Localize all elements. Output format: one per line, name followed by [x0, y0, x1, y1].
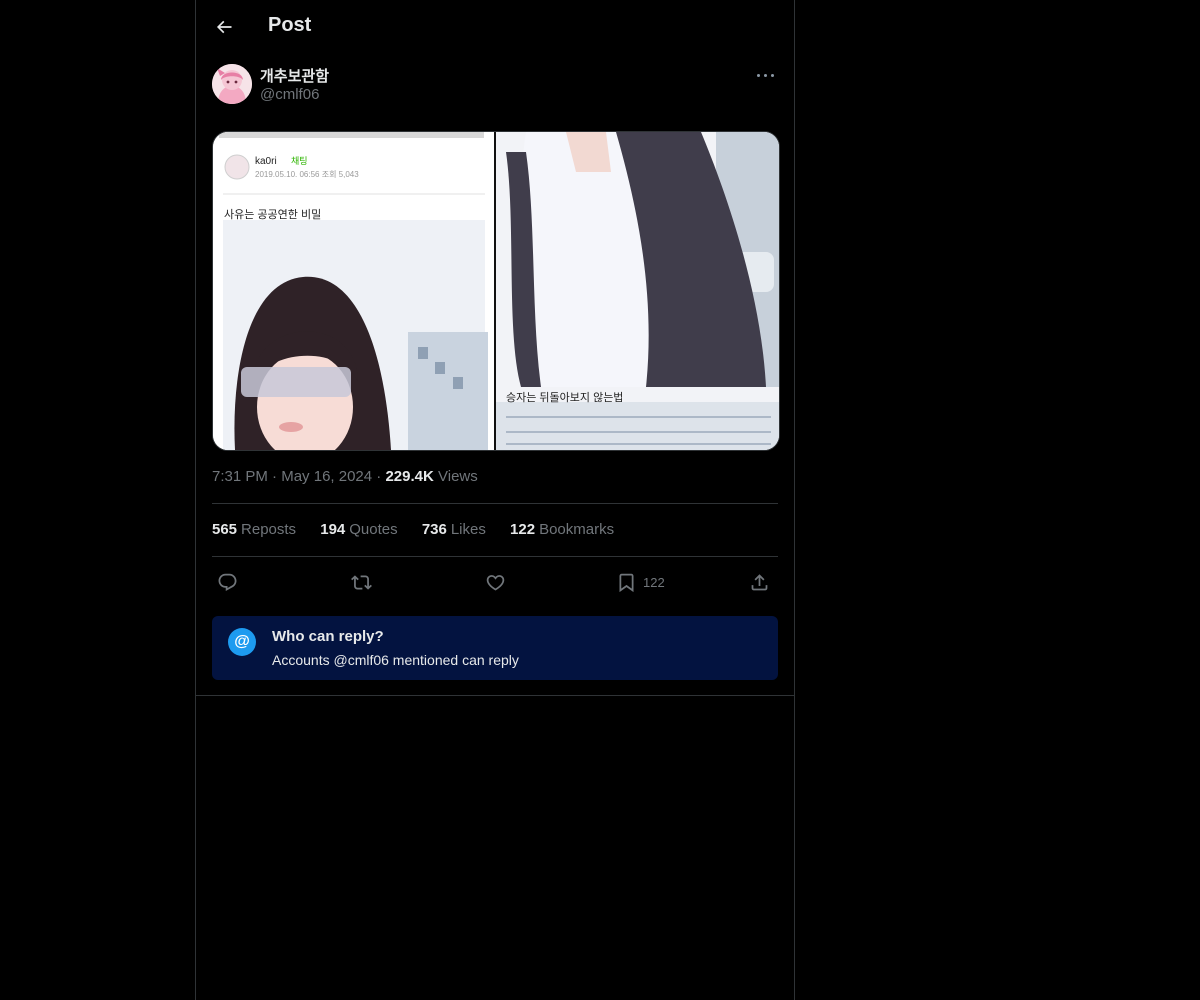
more-options-button[interactable]	[754, 64, 778, 88]
reposts-stat[interactable]: 565 Reposts	[212, 521, 296, 538]
page-title: Post	[268, 14, 312, 36]
bookmarks-count: 122	[510, 521, 536, 538]
likes-count: 736	[421, 521, 447, 538]
repost-button[interactable]	[351, 568, 372, 596]
more-dot-icon	[757, 74, 760, 77]
media-left-caption: 사유는 공공연한 비밀	[224, 209, 322, 221]
media-left-user: ka0ri	[255, 156, 277, 167]
post-media[interactable]: ka0ri 채팅 2019.05.10. 06:56 조회 5,043 사유는 …	[212, 131, 780, 451]
page-header: Post	[196, 0, 794, 54]
likes-label: Likes	[450, 521, 486, 538]
meta-separator: ·	[376, 468, 382, 485]
reply-restriction-subtitle: Accounts @cmlf06 mentioned can reply	[272, 652, 519, 668]
quotes-stat[interactable]: 194 Quotes	[320, 521, 397, 538]
post-actions: 122	[212, 566, 778, 598]
media-right-caption: 승자는 뒤돌아보지 않는법	[506, 392, 624, 404]
reply-restriction-notice: @ Who can reply? Accounts @cmlf06 mentio…	[212, 616, 778, 680]
post-date[interactable]: May 16, 2024	[281, 468, 372, 485]
like-button[interactable]	[485, 568, 506, 596]
author-handle[interactable]: @cmlf06	[260, 86, 319, 103]
post-time[interactable]: 7:31 PM	[212, 468, 268, 485]
reposts-label: Reposts	[241, 521, 297, 538]
bookmark-action-count: 122	[643, 574, 665, 590]
avatar[interactable]	[212, 64, 252, 104]
reposts-count: 565	[212, 521, 238, 538]
repost-icon	[351, 574, 372, 590]
post-column: Post 개추보관함 @cmlf06 ka0ri 채팅 2019.05.10. …	[195, 0, 795, 1000]
media-left-meta: 2019.05.10. 06:56 조회 5,043	[255, 170, 359, 179]
author-display-name[interactable]: 개추보관함	[260, 65, 329, 86]
bookmark-icon	[619, 573, 634, 592]
media-left-badge: 채팅	[291, 156, 308, 166]
back-button[interactable]	[210, 13, 238, 41]
share-icon	[751, 573, 768, 590]
quotes-count: 194	[320, 521, 346, 538]
share-button[interactable]	[749, 568, 770, 596]
views-count: 229.4K	[385, 468, 434, 485]
divider	[196, 695, 794, 696]
avatar-image	[212, 64, 252, 104]
at-sign-icon: @	[228, 628, 256, 656]
heart-icon	[486, 574, 505, 591]
bookmarks-stat[interactable]: 122 Bookmarks	[510, 521, 614, 538]
bookmarks-label: Bookmarks	[539, 521, 615, 538]
reply-icon	[218, 573, 237, 591]
likes-stat[interactable]: 736 Likes	[422, 521, 486, 538]
post-meta: 7:31 PM · May 16, 2024 · 229.4K Views	[212, 468, 478, 485]
meta-separator: ·	[272, 468, 278, 485]
reply-restriction-title: Who can reply?	[272, 628, 384, 645]
media-image-left[interactable]: ka0ri 채팅 2019.05.10. 06:56 조회 5,043 사유는 …	[213, 132, 494, 450]
divider	[212, 503, 778, 504]
media-image-right[interactable]: 승자는 뒤돌아보지 않는법	[496, 132, 779, 450]
post-stats: 565 Reposts 194 Quotes 736 Likes 122 Bookmar…	[212, 521, 634, 538]
more-dot-icon	[764, 74, 767, 77]
more-dot-icon	[771, 74, 774, 77]
reply-button[interactable]	[217, 568, 238, 596]
arrow-left-icon	[216, 20, 232, 34]
bookmark-button[interactable]: 122	[616, 568, 665, 596]
post-author: 개추보관함 @cmlf06	[212, 64, 778, 108]
views-label: Views	[438, 468, 478, 485]
quotes-label: Quotes	[349, 521, 398, 538]
divider	[212, 556, 778, 557]
